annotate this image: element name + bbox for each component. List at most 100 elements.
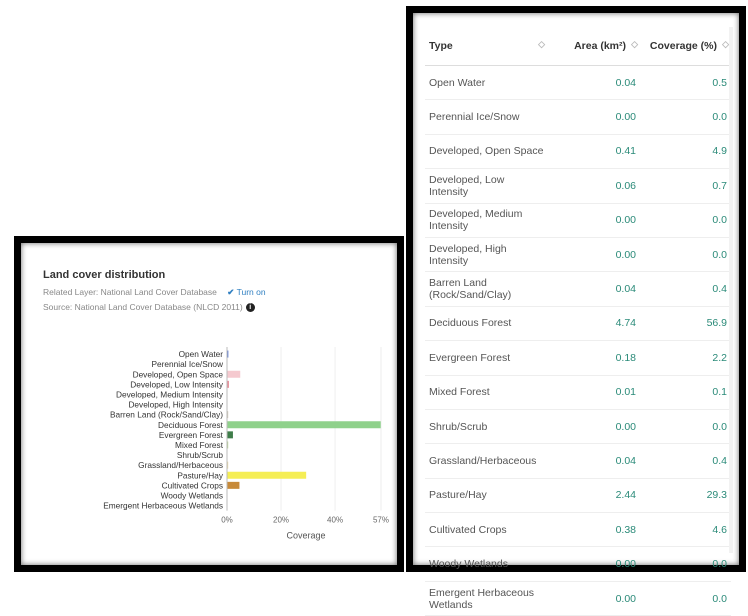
category-label: Barren Land (Rock/Sand/Clay) (110, 410, 223, 420)
table-row: Developed, Open Space 0.41 4.9 (425, 134, 731, 170)
cell-type: Developed, Open Space (425, 134, 547, 170)
table-row: Mixed Forest 0.01 0.1 (425, 375, 731, 410)
cell-coverage: 0.0 (640, 237, 731, 273)
cell-coverage: 0.0 (640, 99, 731, 135)
cell-area: 0.04 (547, 65, 640, 101)
table-scrollbar[interactable] (729, 27, 733, 553)
table-row: Cultivated Crops 0.38 4.6 (425, 512, 731, 548)
category-label: Open Water (179, 349, 224, 359)
cell-area: 0.41 (547, 134, 640, 170)
cell-type: Pasture/Hay (425, 478, 547, 514)
bar (227, 421, 381, 429)
cell-area: 2.44 (547, 478, 640, 514)
tick-label: 0% (221, 516, 233, 525)
cell-type: Developed, Medium Intensity (425, 203, 547, 238)
table-row: Pasture/Hay 2.44 29.3 (425, 478, 731, 514)
table-row: Shrub/Scrub 0.00 0.0 (425, 409, 731, 445)
land-cover-panel-content: Land cover distribution Related Layer: N… (35, 257, 389, 551)
cell-coverage: 2.2 (640, 340, 731, 376)
cell-area: 0.00 (547, 581, 640, 616)
cell-area: 0.38 (547, 512, 640, 548)
category-label: Perennial Ice/Snow (152, 359, 224, 369)
cell-area: 4.74 (547, 306, 640, 342)
category-label: Cultivated Crops (162, 480, 223, 490)
bar (227, 431, 233, 439)
land-cover-bar-chart: Open WaterPerennial Ice/SnowDeveloped, O… (103, 347, 389, 541)
tick-label: 20% (273, 516, 289, 525)
cell-type: Emergent Herbaceous Wetlands (425, 581, 547, 616)
bar (227, 471, 307, 479)
cell-area: 0.01 (547, 375, 640, 410)
sort-icon: ◇ (631, 39, 638, 49)
cell-type: Perennial Ice/Snow (425, 99, 547, 135)
table-body: Open Water 0.04 0.5 Perennial Ice/Snow 0.00 0… (425, 65, 731, 616)
table-row: Developed, High Intensity 0.00 0.0 (425, 237, 731, 273)
cell-type: Deciduous Forest (425, 306, 547, 342)
cell-coverage: 4.9 (640, 134, 731, 170)
tick-label: 57% (373, 516, 389, 525)
cell-coverage: 0.1 (640, 375, 731, 410)
cell-type: Mixed Forest (425, 375, 547, 410)
cell-type: Developed, High Intensity (425, 237, 547, 273)
category-label: Pasture/Hay (177, 470, 224, 480)
category-label: Grassland/Herbaceous (138, 460, 223, 470)
cell-area: 0.06 (547, 168, 640, 204)
header-area-label: Area (km²) (574, 40, 626, 52)
bar (227, 370, 241, 378)
cell-type: Open Water (425, 65, 547, 101)
table-row: Perennial Ice/Snow 0.00 0.0 (425, 99, 731, 135)
header-coverage[interactable]: Coverage (%) ◇ (640, 27, 731, 66)
table-row: Evergreen Forest 0.18 2.2 (425, 340, 731, 376)
category-label: Emergent Herbaceous Wetlands (103, 501, 223, 511)
header-coverage-label: Coverage (%) (649, 40, 717, 52)
header-area[interactable]: Area (km²) ◇ (547, 27, 640, 66)
cell-area: 0.18 (547, 340, 640, 376)
cell-type: Shrub/Scrub (425, 409, 547, 445)
land-cover-table: Type ◇ Area (km²) ◇ Coverage (%) ◇ Open Wat… (425, 27, 731, 616)
category-label: Evergreen Forest (159, 430, 224, 440)
cell-coverage: 0.7 (640, 168, 731, 204)
cell-coverage: 4.6 (640, 512, 731, 548)
cell-coverage: 0.0 (640, 581, 731, 616)
table-row: Developed, Low Intensity 0.06 0.7 (425, 168, 731, 204)
land-cover-panel: Land cover distribution Related Layer: N… (16, 238, 402, 570)
table-row: Barren Land (Rock/Sand/Clay) 0.04 0.4 (425, 271, 731, 307)
cell-type: Developed, Low Intensity (425, 168, 547, 204)
table-row: Developed, Medium Intensity 0.00 0.0 (425, 203, 731, 238)
header-type[interactable]: Type ◇ (425, 27, 547, 66)
category-label: Mixed Forest (175, 440, 224, 450)
cell-coverage: 0.5 (640, 65, 731, 101)
cell-area: 0.04 (547, 443, 640, 479)
table-header-row: Type ◇ Area (km²) ◇ Coverage (%) ◇ (425, 27, 731, 66)
cell-type: Cultivated Crops (425, 512, 547, 548)
cell-type: Evergreen Forest (425, 340, 547, 376)
land-cover-table-panel: Type ◇ Area (km²) ◇ Coverage (%) ◇ Open Wat… (408, 8, 744, 616)
bar (227, 481, 240, 489)
table-row: Open Water 0.04 0.5 (425, 65, 731, 101)
cell-area: 0.00 (547, 99, 640, 135)
tick-label: 40% (327, 516, 343, 525)
cell-coverage: 29.3 (640, 478, 731, 514)
cell-coverage: 0.4 (640, 443, 731, 479)
x-axis-label: Coverage (286, 531, 325, 541)
cell-type: Woody Wetlands (425, 546, 547, 582)
cell-area: 0.00 (547, 409, 640, 445)
sort-icon: ◇ (722, 39, 729, 49)
header-type-label: Type (429, 40, 453, 52)
category-label: Shrub/Scrub (177, 450, 224, 460)
cell-coverage: 0.0 (640, 546, 731, 582)
category-label: Developed, Medium Intensity (116, 389, 224, 399)
table-row: Emergent Herbaceous Wetlands 0.00 0.0 (425, 581, 731, 616)
category-label: Deciduous Forest (158, 420, 224, 430)
category-label: Developed, Open Space (133, 369, 224, 379)
table-row: Deciduous Forest 4.74 56.9 (425, 306, 731, 342)
cell-type: Barren Land (Rock/Sand/Clay) (425, 271, 547, 307)
cell-coverage: 0.0 (640, 409, 731, 445)
cell-area: 0.00 (547, 237, 640, 273)
cell-coverage: 0.0 (640, 203, 731, 238)
table-row: Grassland/Herbaceous 0.04 0.4 (425, 443, 731, 479)
category-label: Developed, High Intensity (128, 400, 223, 410)
table-container: Type ◇ Area (km²) ◇ Coverage (%) ◇ Open Wat… (425, 27, 733, 616)
table-row: Woody Wetlands 0.00 0.0 (425, 546, 731, 582)
cell-area: 0.00 (547, 203, 640, 238)
